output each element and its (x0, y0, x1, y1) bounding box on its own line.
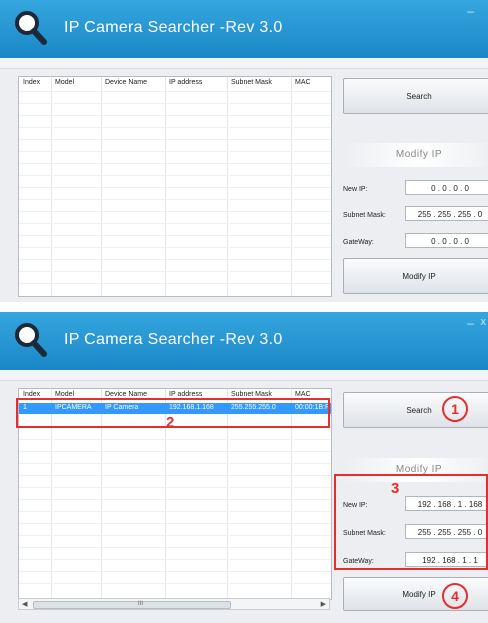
device-list[interactable]: Index Model Device Name IP address Subne… (18, 76, 332, 297)
screenshot-before: IP Camera Searcher -Rev 3.0 – Index Mode… (0, 0, 488, 302)
minimize-button[interactable]: – (467, 316, 474, 330)
modify-ip-button[interactable]: Modify IP (343, 258, 488, 294)
magnifier-logo-icon (15, 11, 47, 45)
app-title: IP Camera Searcher -Rev 3.0 (64, 331, 283, 348)
device-list-header: Index Model Device Name IP address Subne… (19, 77, 331, 91)
col-mac[interactable]: MAC (295, 391, 311, 398)
annotation-step-1: 1 (442, 396, 468, 422)
annotation-box-ip-fields (334, 474, 488, 570)
app-title: IP Camera Searcher -Rev 3.0 (64, 19, 283, 36)
toolbar-strip (0, 58, 488, 69)
horizontal-scrollbar[interactable]: ◀ III ▶ (18, 598, 330, 610)
new-ip-field[interactable]: 0 . 0 . 0 . 0 (405, 180, 488, 195)
toolbar-strip (0, 370, 488, 381)
title-bar: IP Camera Searcher -Rev 3.0 – x (0, 312, 488, 370)
subnet-mask-label: Subnet Mask: (343, 212, 386, 219)
close-button[interactable]: x (481, 316, 487, 328)
col-model[interactable]: Model (55, 391, 74, 398)
col-subnet-mask[interactable]: Subnet Mask (231, 79, 272, 86)
col-device-name[interactable]: Device Name (105, 391, 147, 398)
title-bar: IP Camera Searcher -Rev 3.0 – (0, 0, 488, 58)
col-model[interactable]: Model (55, 79, 74, 86)
scroll-left-arrow-icon[interactable]: ◀ (22, 600, 27, 608)
annotation-step-2: 2 (166, 414, 175, 431)
col-mac[interactable]: MAC (295, 79, 311, 86)
modify-ip-section-title: Modify IP (343, 143, 488, 167)
annotation-step-4: 4 (442, 583, 468, 609)
annotation-step-3: 3 (391, 480, 400, 497)
col-index[interactable]: Index (23, 391, 40, 398)
scroll-thumb[interactable]: III (33, 601, 231, 609)
col-subnet-mask[interactable]: Subnet Mask (231, 391, 272, 398)
subnet-mask-field[interactable]: 255 . 255 . 255 . 0 (405, 206, 488, 221)
minimize-button[interactable]: – (467, 4, 474, 18)
search-button[interactable]: Search (343, 78, 488, 114)
magnifier-logo-icon (15, 323, 47, 357)
scroll-right-arrow-icon[interactable]: ▶ (321, 600, 326, 608)
gateway-field[interactable]: 0 . 0 . 0 . 0 (405, 233, 488, 248)
new-ip-label: New IP: (343, 186, 368, 193)
scroll-grip: III (138, 601, 144, 607)
gateway-label: GateWay: (343, 239, 374, 246)
screenshot-after: IP Camera Searcher -Rev 3.0 – x Index Mo… (0, 312, 488, 623)
col-ip-address[interactable]: IP address (169, 79, 202, 86)
col-device-name[interactable]: Device Name (105, 79, 147, 86)
col-ip-address[interactable]: IP address (169, 391, 202, 398)
col-index[interactable]: Index (23, 79, 40, 86)
